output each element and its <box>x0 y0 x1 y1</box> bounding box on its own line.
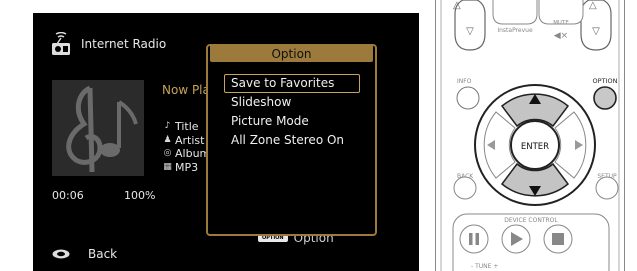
track-title: Title <box>175 120 199 133</box>
option-button[interactable] <box>593 86 617 110</box>
menu-item-picture-mode[interactable]: Picture Mode <box>224 112 360 131</box>
track-metadata: ♪ Title ♟ Artist ◎ Album ▦ MP3 <box>163 120 210 174</box>
back-remote-button[interactable] <box>453 176 477 200</box>
pause-button[interactable] <box>459 224 489 254</box>
tune-label: - TUNE + <box>471 263 498 270</box>
pause-icon <box>469 233 473 245</box>
radio-icon <box>52 32 70 55</box>
option-popup-title: Option <box>210 46 373 62</box>
screen-header: Internet Radio <box>51 32 166 56</box>
setup-button[interactable] <box>595 176 619 200</box>
mute-label: MUTE <box>553 20 569 26</box>
stop-icon <box>552 233 564 245</box>
person-icon: ♟ <box>163 134 172 145</box>
screen-title: Internet Radio <box>81 37 167 51</box>
mute-icon: ◀× <box>554 31 568 41</box>
back-hint: Back <box>52 247 117 261</box>
music-note-icon <box>66 85 138 173</box>
svg-text:▽: ▽ <box>592 26 600 37</box>
menu-item-slideshow[interactable]: Slideshow <box>224 93 360 112</box>
track-format: MP3 <box>175 160 199 174</box>
menu-item-save-to-favorites[interactable]: Save to Favorites <box>224 74 360 93</box>
disc-icon: ◎ <box>163 148 172 158</box>
elapsed-time: 00:06 <box>52 189 84 202</box>
buffer-percent: 100% <box>124 189 156 202</box>
option-menu: Save to Favorites Slideshow Picture Mode… <box>224 74 360 150</box>
back-label: Back <box>88 247 118 261</box>
track-artist: Artist <box>175 133 205 147</box>
svg-text:△: △ <box>453 0 461 11</box>
device-control-label: DEVICE CONTROL <box>504 217 558 224</box>
tv-screen: Internet Radio Now Playing ♪ Title ♟ Artis… <box>33 13 419 271</box>
enter-label: ENTER <box>521 142 549 152</box>
svg-text:▽: ▽ <box>466 26 474 37</box>
instaprevue-label: InstaPrevue <box>497 27 533 34</box>
album-art <box>52 80 144 176</box>
svg-text:△: △ <box>589 0 597 11</box>
info-label: INFO <box>457 78 472 85</box>
option-label: OPTION <box>593 77 618 85</box>
track-album: Album <box>175 147 211 160</box>
remote-control-illustration: ▽ ▽ △ △ InstaPrevue MUTE ◀× INFO OPTION … <box>435 0 625 271</box>
back-button-icon <box>52 249 70 259</box>
option-popup: Option Save to Favorites Slideshow Pictu… <box>206 44 377 236</box>
info-button[interactable] <box>456 86 480 110</box>
menu-item-all-zone-stereo[interactable]: All Zone Stereo On <box>224 131 360 150</box>
format-icon: ▦ <box>163 161 172 172</box>
note-icon: ♪ <box>164 121 171 131</box>
